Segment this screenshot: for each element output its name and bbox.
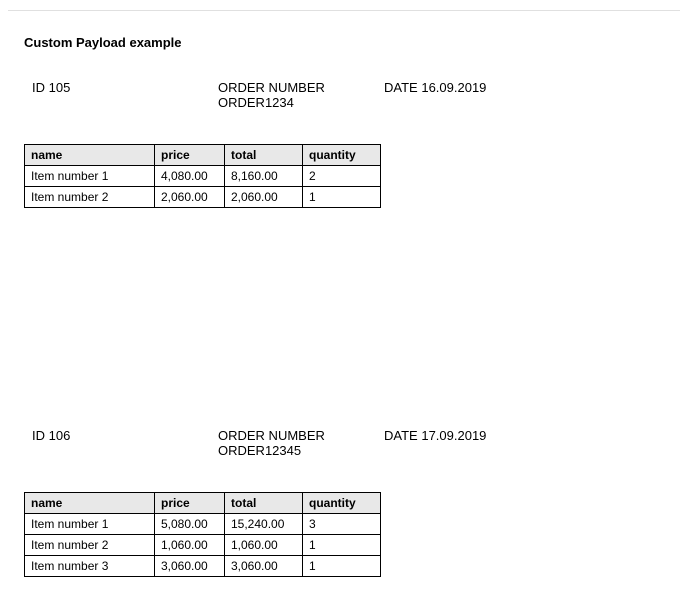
cell-quantity: 1 xyxy=(303,187,381,208)
cell-name: Item number 1 xyxy=(25,514,155,535)
cell-name: Item number 2 xyxy=(25,187,155,208)
cell-price: 3,060.00 xyxy=(155,556,225,577)
cell-quantity: 3 xyxy=(303,514,381,535)
cell-total: 15,240.00 xyxy=(225,514,303,535)
order-header: ID 105 ORDER NUMBER ORDER1234 DATE 16.09… xyxy=(32,80,688,110)
cell-name: Item number 2 xyxy=(25,535,155,556)
date-label: DATE xyxy=(384,80,418,95)
col-header-quantity: quantity xyxy=(303,493,381,514)
order-number-value: ORDER12345 xyxy=(218,443,384,458)
items-table: name price total quantity Item number 1 … xyxy=(24,144,381,208)
col-header-price: price xyxy=(155,145,225,166)
cell-quantity: 2 xyxy=(303,166,381,187)
table-row: Item number 2 1,060.00 1,060.00 1 xyxy=(25,535,381,556)
cell-price: 4,080.00 xyxy=(155,166,225,187)
order-number-value: ORDER1234 xyxy=(218,95,384,110)
cell-price: 2,060.00 xyxy=(155,187,225,208)
col-header-price: price xyxy=(155,493,225,514)
id-label: ID xyxy=(32,80,45,95)
order-header: ID 106 ORDER NUMBER ORDER12345 DATE 17.0… xyxy=(32,428,688,458)
spacer xyxy=(0,238,688,428)
order-date: DATE 17.09.2019 xyxy=(384,428,688,458)
table-row: Item number 2 2,060.00 2,060.00 1 xyxy=(25,187,381,208)
order-date: DATE 16.09.2019 xyxy=(384,80,688,110)
cell-name: Item number 1 xyxy=(25,166,155,187)
order-number: ORDER NUMBER ORDER12345 xyxy=(218,428,384,458)
cell-quantity: 1 xyxy=(303,556,381,577)
id-value: 106 xyxy=(49,428,71,443)
order-block: ID 106 ORDER NUMBER ORDER12345 DATE 17.0… xyxy=(24,428,688,577)
table-header-row: name price total quantity xyxy=(25,493,381,514)
date-value: 16.09.2019 xyxy=(421,80,486,95)
date-value: 17.09.2019 xyxy=(421,428,486,443)
id-label: ID xyxy=(32,428,45,443)
items-table: name price total quantity Item number 1 … xyxy=(24,492,381,577)
order-number-label: ORDER NUMBER xyxy=(218,428,384,443)
id-value: 105 xyxy=(49,80,71,95)
order-block: ID 105 ORDER NUMBER ORDER1234 DATE 16.09… xyxy=(24,80,688,208)
order-number-label: ORDER NUMBER xyxy=(218,80,384,95)
col-header-name: name xyxy=(25,493,155,514)
col-header-total: total xyxy=(225,493,303,514)
order-number: ORDER NUMBER ORDER1234 xyxy=(218,80,384,110)
table-row: Item number 1 5,080.00 15,240.00 3 xyxy=(25,514,381,535)
cell-total: 8,160.00 xyxy=(225,166,303,187)
cell-total: 3,060.00 xyxy=(225,556,303,577)
cell-name: Item number 3 xyxy=(25,556,155,577)
cell-quantity: 1 xyxy=(303,535,381,556)
order-id: ID 105 xyxy=(32,80,218,110)
date-label: DATE xyxy=(384,428,418,443)
col-header-name: name xyxy=(25,145,155,166)
cell-total: 2,060.00 xyxy=(225,187,303,208)
page-title: Custom Payload example xyxy=(24,35,688,50)
col-header-quantity: quantity xyxy=(303,145,381,166)
col-header-total: total xyxy=(225,145,303,166)
table-row: Item number 1 4,080.00 8,160.00 2 xyxy=(25,166,381,187)
cell-price: 5,080.00 xyxy=(155,514,225,535)
order-id: ID 106 xyxy=(32,428,218,458)
cell-total: 1,060.00 xyxy=(225,535,303,556)
table-row: Item number 3 3,060.00 3,060.00 1 xyxy=(25,556,381,577)
top-divider xyxy=(8,10,680,11)
cell-price: 1,060.00 xyxy=(155,535,225,556)
table-header-row: name price total quantity xyxy=(25,145,381,166)
